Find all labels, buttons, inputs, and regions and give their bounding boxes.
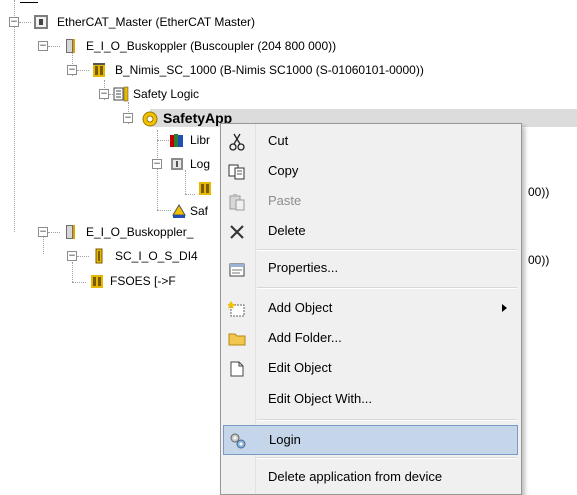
buscoupler-icon: [66, 39, 75, 53]
tree-line: [77, 256, 89, 257]
tree-line: [48, 232, 60, 233]
collapse-toggle[interactable]: −: [99, 89, 109, 99]
collapse-toggle[interactable]: −: [123, 113, 133, 123]
tree-item-nimis[interactable]: B_Nimis_SC_1000 (B-Nimis SC1000 (S-01060…: [115, 61, 424, 79]
tree-item-fsoes[interactable]: FSOES [->F: [110, 272, 176, 290]
collapse-toggle[interactable]: −: [38, 41, 48, 51]
collapse-toggle[interactable]: −: [9, 17, 19, 27]
tree-line: [157, 210, 171, 211]
tree-line: [19, 22, 31, 23]
login-gears-icon: [230, 433, 246, 449]
context-menu: Cut Copy Paste Delete Properties... Add …: [220, 123, 522, 495]
tree-item-ethercat-master[interactable]: EtherCAT_Master (EtherCAT Master): [57, 13, 255, 31]
collapse-toggle[interactable]: −: [67, 251, 77, 261]
scissors-icon: [229, 133, 245, 151]
safety-task-icon: [172, 204, 186, 218]
menu-item-label: Add Folder...: [268, 330, 342, 345]
tree-item-truncated-text-2: 00)): [528, 253, 550, 267]
menu-item-label: Login: [269, 432, 301, 447]
tree-item-library[interactable]: Libr: [190, 131, 210, 149]
menu-item-login[interactable]: Login: [223, 425, 518, 455]
menu-item-label: Cut: [268, 133, 289, 148]
menu-item-edit-object-with[interactable]: Edit Object With...: [221, 385, 521, 413]
menu-item-label: Delete application from device: [268, 469, 443, 484]
menu-separator: [257, 249, 517, 251]
safety-controller-icon: [93, 63, 105, 77]
ethercat-master-icon: [34, 15, 48, 29]
submenu-arrow-icon: [502, 304, 507, 312]
tree-line: [72, 262, 73, 282]
menu-item-copy[interactable]: Copy: [221, 157, 521, 185]
menu-item-paste[interactable]: Paste: [221, 187, 521, 215]
collapse-toggle[interactable]: −: [38, 227, 48, 237]
tree-line: [48, 46, 60, 47]
menu-item-label: Delete: [268, 223, 306, 238]
menu-separator: [257, 287, 517, 289]
library-books-icon: [170, 134, 183, 147]
tree-item-buskoppler[interactable]: E_I_O_Buskoppler (Buscoupler (204 800 00…: [86, 37, 336, 55]
tree-line: [185, 194, 195, 195]
tree-item-sc-io[interactable]: SC_I_O_S_DI4: [115, 247, 198, 265]
buscoupler-icon: [66, 225, 75, 239]
menu-item-add-object[interactable]: Add Object: [221, 294, 521, 322]
tree-line: [77, 70, 89, 71]
collapse-toggle[interactable]: −: [67, 65, 77, 75]
logical-io-icon: [171, 158, 183, 170]
menu-item-label: Copy: [268, 163, 299, 178]
folder-icon: [228, 333, 246, 346]
properties-icon: [229, 263, 245, 277]
copy-icon: [228, 164, 245, 180]
tree-item-truncated-text: 00)): [528, 185, 550, 199]
safety-io-module-icon: [95, 248, 103, 264]
menu-item-delete-application[interactable]: Delete application from device: [221, 463, 521, 491]
fsoes-module-icon: [91, 275, 103, 288]
delete-x-icon: [230, 225, 244, 239]
safety-logic-icon: [113, 86, 129, 102]
add-object-icon: [228, 301, 245, 317]
safety-app-gear-icon: [142, 111, 158, 127]
menu-item-edit-object[interactable]: Edit Object: [221, 354, 521, 382]
tree-item-buskoppler-2[interactable]: E_I_O_Buskoppler_: [86, 223, 193, 241]
menu-item-add-folder[interactable]: Add Folder...: [221, 324, 521, 352]
tree-line: [14, 0, 15, 232]
paste-icon: [229, 194, 245, 211]
menu-item-label: Edit Object: [268, 360, 332, 375]
truncated-top-line: [20, 2, 38, 3]
menu-item-delete[interactable]: Delete: [221, 217, 521, 245]
tree-item-logical[interactable]: Log: [190, 155, 210, 173]
menu-item-label: Properties...: [268, 260, 339, 275]
tree-line: [72, 282, 86, 283]
io-module-icon: [199, 182, 211, 195]
tree-item-safety-logic[interactable]: Safety Logic: [133, 85, 199, 103]
collapse-toggle[interactable]: −: [152, 159, 162, 169]
tree-item-safety-task[interactable]: Saf: [190, 202, 208, 220]
menu-item-label: Edit Object With...: [268, 391, 373, 406]
edit-object-icon: [230, 361, 244, 377]
menu-item-cut[interactable]: Cut: [221, 127, 521, 155]
tree-line: [157, 130, 158, 210]
menu-item-label: Add Object: [268, 300, 333, 315]
menu-item-label: Paste: [268, 193, 302, 208]
tree-line: [157, 140, 169, 141]
menu-separator: [257, 419, 517, 421]
menu-separator: [257, 457, 517, 459]
menu-item-properties[interactable]: Properties...: [221, 254, 521, 282]
tree-line: [185, 170, 186, 194]
